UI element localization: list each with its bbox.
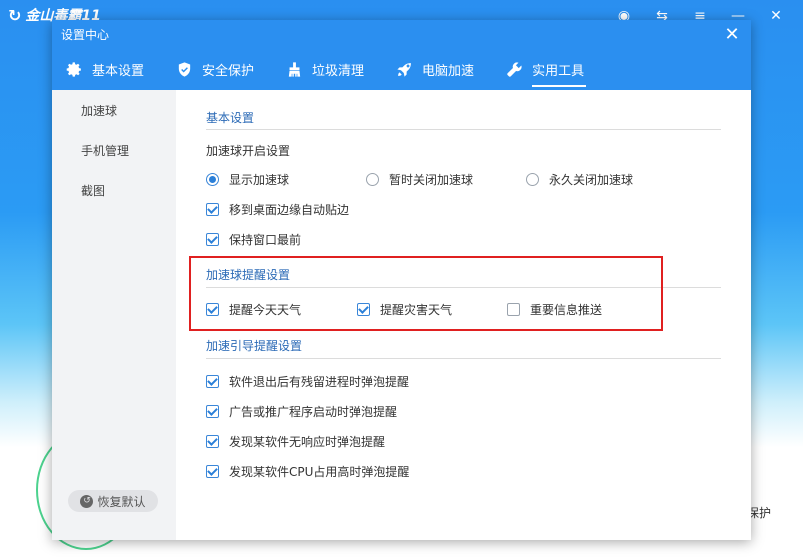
restore-defaults-label: 恢复默认 <box>97 494 146 509</box>
checkbox-indicator[interactable] <box>206 405 219 418</box>
tab-label: 实用工具 <box>532 63 585 79</box>
settings-sidebar: 加速球 手机管理 截图 ↺ 恢复默认 <box>52 90 176 540</box>
rocket-icon <box>397 62 411 77</box>
checkbox-label: 保持窗口最前 <box>229 233 302 247</box>
tab-label: 垃圾清理 <box>312 63 365 79</box>
checkbox-remind-disaster-weather[interactable]: 提醒灾害天气 <box>357 301 452 318</box>
radio-label: 永久关闭加速球 <box>549 173 634 187</box>
section-title-basic: 基本设置 <box>206 111 255 125</box>
restore-icon: ↺ <box>80 494 94 508</box>
checkbox-label: 移到桌面边缘自动贴边 <box>229 203 350 217</box>
tab-label: 基本设置 <box>92 63 145 79</box>
radio-indicator[interactable] <box>206 173 219 186</box>
app-logo-icon: ↻ <box>8 5 22 25</box>
dialog-close-button[interactable]: ✕ <box>723 25 741 45</box>
checkbox-important-push[interactable]: 重要信息推送 <box>507 301 602 318</box>
checkbox-label: 软件退出后有残留进程时弹泡提醒 <box>229 375 410 389</box>
checkbox-label: 广告或推广程序启动时弹泡提醒 <box>229 405 398 419</box>
checkbox-indicator[interactable] <box>357 303 370 316</box>
section-title-guide: 加速引导提醒设置 <box>206 339 303 353</box>
sidebar-item-phone-manager[interactable]: 手机管理 <box>81 142 129 159</box>
tab-tools[interactable]: 实用工具 <box>506 54 587 87</box>
tab-label: 安全保护 <box>202 63 255 79</box>
radio-label: 暂时关闭加速球 <box>389 173 474 187</box>
radio-indicator[interactable] <box>366 173 379 186</box>
checkbox-label: 提醒今天天气 <box>229 303 302 317</box>
checkbox-indicator[interactable] <box>206 435 219 448</box>
dialog-title: 设置中心 <box>61 28 110 42</box>
checkbox-label: 发现某软件CPU占用高时弹泡提醒 <box>229 465 410 479</box>
settings-content: 基本设置 加速球开启设置 显示加速球 暂时关闭加速球 永久关闭加速球 移到桌面边… <box>176 90 751 540</box>
sidebar-item-speed-ball[interactable]: 加速球 <box>81 102 117 119</box>
speed-ball-open-label: 加速球开启设置 <box>206 144 291 158</box>
checkbox-label: 提醒灾害天气 <box>380 303 453 317</box>
close-icon[interactable]: ✕ <box>757 4 795 28</box>
section-title-reminder: 加速球提醒设置 <box>206 268 291 282</box>
broom-icon <box>288 61 301 77</box>
dialog-header: 设置中心 ✕ 基本设置 安全保护 垃圾清理 电脑加速 实用工具 <box>52 20 751 90</box>
restore-defaults-button[interactable]: ↺ 恢复默认 <box>68 490 158 512</box>
tab-pc-speedup[interactable]: 电脑加速 <box>396 54 474 84</box>
checkbox-indicator[interactable] <box>206 233 219 246</box>
gear-icon <box>66 61 81 77</box>
checkbox-auto-dock-edge[interactable]: 移到桌面边缘自动贴边 <box>206 201 349 218</box>
settings-dialog: 设置中心 ✕ 基本设置 安全保护 垃圾清理 电脑加速 实用工具 加速球 手机管理… <box>52 20 751 540</box>
checkbox-remind-today-weather[interactable]: 提醒今天天气 <box>206 301 301 318</box>
radio-label: 显示加速球 <box>229 173 290 187</box>
radio-show-speed-ball[interactable]: 显示加速球 <box>206 171 289 188</box>
checkbox-label: 重要信息推送 <box>530 303 603 317</box>
checkbox-ad-launch-alert[interactable]: 广告或推广程序启动时弹泡提醒 <box>206 403 397 420</box>
tab-junk-clean[interactable]: 垃圾清理 <box>286 54 364 84</box>
radio-temp-close-speed-ball[interactable]: 暂时关闭加速球 <box>366 171 473 188</box>
radio-perm-close-speed-ball[interactable]: 永久关闭加速球 <box>526 171 633 188</box>
checkbox-residual-process-alert[interactable]: 软件退出后有残留进程时弹泡提醒 <box>206 373 409 390</box>
checkbox-no-response-alert[interactable]: 发现某软件无响应时弹泡提醒 <box>206 433 385 450</box>
wrench-icon <box>507 61 522 77</box>
sidebar-item-screenshot[interactable]: 截图 <box>81 182 105 199</box>
section-divider <box>206 287 721 288</box>
checkbox-high-cpu-alert[interactable]: 发现某软件CPU占用高时弹泡提醒 <box>206 463 409 480</box>
checkbox-indicator[interactable] <box>206 375 219 388</box>
tab-basic-settings[interactable]: 基本设置 <box>66 54 144 84</box>
shield-icon <box>178 61 191 77</box>
checkbox-indicator[interactable] <box>206 465 219 478</box>
section-divider <box>206 358 721 359</box>
section-divider <box>206 129 721 130</box>
radio-indicator[interactable] <box>526 173 539 186</box>
tab-label: 电脑加速 <box>422 63 475 79</box>
tab-security[interactable]: 安全保护 <box>176 54 254 84</box>
checkbox-indicator[interactable] <box>507 303 520 316</box>
checkbox-keep-on-top[interactable]: 保持窗口最前 <box>206 231 301 248</box>
checkbox-label: 发现某软件无响应时弹泡提醒 <box>229 435 386 449</box>
checkbox-indicator[interactable] <box>206 203 219 216</box>
settings-tabs: 基本设置 安全保护 垃圾清理 电脑加速 实用工具 <box>66 54 616 90</box>
checkbox-indicator[interactable] <box>206 303 219 316</box>
